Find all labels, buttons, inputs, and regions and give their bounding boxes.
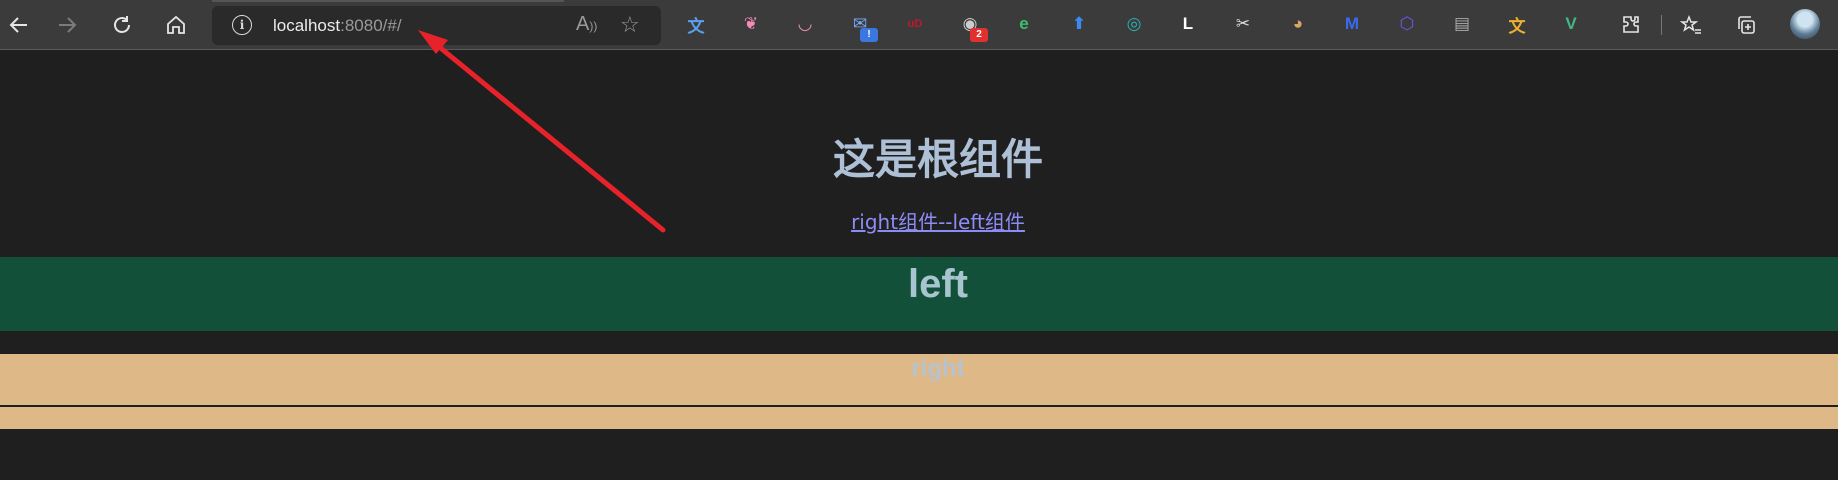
reader-extension-icon[interactable]: ▤ bbox=[1450, 12, 1474, 36]
collections-button[interactable] bbox=[1727, 6, 1765, 44]
refresh-icon bbox=[114, 16, 130, 33]
forward-button[interactable] bbox=[48, 6, 86, 44]
extension-badge: 2 bbox=[970, 28, 988, 42]
magic-extension-icon[interactable]: M bbox=[1340, 12, 1364, 36]
left-heading: left bbox=[908, 262, 968, 306]
refresh-button[interactable] bbox=[103, 6, 141, 44]
extension-badge: ! bbox=[860, 28, 878, 42]
url-path: :8080/#/ bbox=[340, 16, 402, 35]
butterfly-extension-icon[interactable]: ❦ bbox=[739, 12, 763, 36]
address-bar[interactable]: i localhost:8080/#/ A)) ☆ bbox=[212, 6, 661, 45]
page-title: 这是根组件 bbox=[832, 135, 1043, 184]
router-link[interactable]: right组件--left组件 bbox=[0, 206, 1838, 235]
toolbar-separator bbox=[1661, 15, 1662, 35]
mask-extension-icon[interactable]: ◉ 2 bbox=[958, 12, 988, 42]
back-arrow-icon bbox=[9, 17, 27, 33]
read-aloud-icon[interactable]: A)) bbox=[576, 13, 597, 36]
favorites-button[interactable] bbox=[1672, 6, 1710, 44]
left-component: left bbox=[0, 257, 1838, 331]
back-button[interactable] bbox=[0, 6, 38, 44]
circle-extension-icon[interactable]: ◎ bbox=[1122, 12, 1146, 36]
vue-devtools-extension-icon[interactable]: V bbox=[1559, 12, 1583, 36]
collections-icon bbox=[1738, 16, 1755, 34]
tab-strip-edge bbox=[212, 0, 564, 2]
cat-extension-icon[interactable]: ◡ bbox=[793, 12, 817, 36]
home-icon bbox=[167, 15, 185, 34]
scissors-extension-icon[interactable]: ✂ bbox=[1231, 12, 1255, 36]
home-button[interactable] bbox=[157, 6, 195, 44]
profile-avatar[interactable] bbox=[1790, 9, 1820, 39]
cloud-upload-extension-icon[interactable]: ⬆ bbox=[1067, 12, 1091, 36]
add-favorite-icon[interactable]: ☆ bbox=[620, 12, 640, 38]
translator-extension-icon[interactable]: 文 bbox=[1505, 12, 1529, 36]
puzzle-icon bbox=[1623, 16, 1639, 33]
lingq-extension-icon[interactable]: L bbox=[1176, 12, 1200, 36]
url-host: localhost bbox=[273, 16, 341, 35]
browser-toolbar: i localhost:8080/#/ A)) ☆ 文 ❦ ◡ ✉! uD ◉ 2 e ⬆ ◎ L ✂… bbox=[0, 0, 1838, 50]
right-component: right bbox=[0, 354, 1838, 405]
right-heading: right bbox=[911, 355, 965, 382]
right-component-lower bbox=[0, 407, 1838, 429]
owl-extension-icon[interactable]: ◕ bbox=[1286, 12, 1310, 36]
site-info-icon[interactable]: i bbox=[232, 15, 252, 35]
cube-extension-icon[interactable]: ⬡ bbox=[1395, 12, 1419, 36]
extensions-button[interactable] bbox=[1612, 6, 1650, 44]
ie-tab-extension-icon[interactable]: e bbox=[1012, 12, 1036, 36]
favorites-icon bbox=[1679, 14, 1701, 34]
forward-arrow-icon bbox=[59, 17, 77, 33]
ublock-extension-icon[interactable]: uD bbox=[903, 12, 927, 36]
mail-extension-icon[interactable]: ✉! bbox=[848, 12, 878, 42]
url-text[interactable]: localhost:8080/#/ bbox=[273, 16, 402, 36]
translate-extension-icon[interactable]: 文 bbox=[684, 12, 708, 36]
